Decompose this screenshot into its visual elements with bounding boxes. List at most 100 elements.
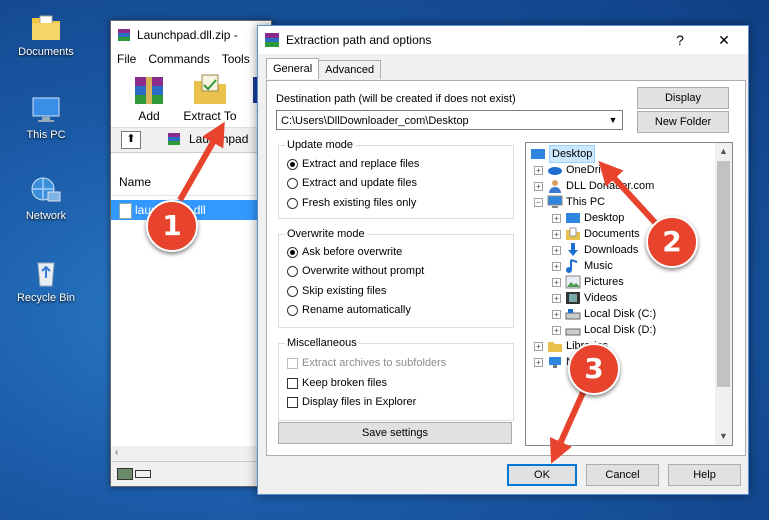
help-title-button[interactable]: ? (658, 26, 702, 54)
checkbox-keep-broken-files[interactable]: Keep broken files (287, 374, 387, 392)
tab-general[interactable]: General (266, 58, 320, 79)
network-icon (547, 355, 563, 369)
computer-icon (547, 195, 563, 209)
extract-to-button[interactable]: Extract To (179, 73, 241, 123)
folder-tree[interactable]: Desktop + OneDri + DLL Do nader.com − Thi… (525, 142, 733, 446)
documents-folder-icon (565, 227, 581, 241)
scroll-thumb[interactable] (717, 161, 730, 387)
hard-drive-icon (565, 323, 581, 337)
tree-label: Desktop (584, 212, 625, 224)
menu-tools[interactable]: Tools (222, 52, 250, 66)
music-note-icon (565, 259, 581, 273)
tree-label: DLL Do (566, 180, 603, 192)
expand-icon[interactable]: + (552, 213, 561, 223)
checkbox[interactable] (287, 377, 298, 389)
archive-path[interactable]: Launchpad (189, 132, 248, 146)
tree-item-downloads[interactable]: + Downloads (552, 242, 638, 258)
chevron-down-icon[interactable]: ▼ (604, 111, 622, 129)
tree-item-pictures[interactable]: + Pictures (552, 274, 624, 290)
expand-icon[interactable]: + (552, 245, 561, 255)
radio-rename-automatically[interactable]: Rename automatically (287, 301, 411, 319)
tree-item-pc-desktop[interactable]: + Desktop (552, 210, 624, 226)
film-icon (565, 291, 581, 305)
tree-item-onedrive[interactable]: + OneDri (534, 162, 601, 178)
radio-skip-existing[interactable]: Skip existing files (287, 282, 386, 300)
scroll-down-icon[interactable]: ▼ (715, 428, 732, 445)
network-icon (30, 176, 62, 206)
desktop-icon-network[interactable]: Network (8, 176, 84, 222)
key-icon (135, 470, 151, 478)
expand-icon[interactable]: + (552, 309, 561, 319)
winrar-pathbar: ⬆ Launchpad (111, 128, 271, 153)
expand-icon[interactable]: + (534, 341, 543, 351)
computer-icon (30, 95, 62, 125)
new-folder-button[interactable]: New Folder (637, 111, 729, 133)
checkbox-display-in-explorer[interactable]: Display files in Explorer (287, 393, 416, 411)
radio-button[interactable] (287, 197, 298, 209)
tree-item-music[interactable]: + Music (552, 258, 613, 274)
tab-advanced[interactable]: Advanced (318, 60, 382, 79)
tree-item-desktop[interactable]: Desktop (530, 145, 596, 163)
destination-path-value: C:\Users\DllDownloader_com\Desktop (281, 115, 469, 127)
tree-item-local-disk-d[interactable]: + Local Disk (D:) (552, 322, 656, 338)
expand-icon[interactable]: + (552, 261, 561, 271)
scroll-left-icon[interactable]: ‹ (115, 447, 118, 458)
radio-button[interactable] (287, 304, 298, 316)
pictures-icon (565, 275, 581, 289)
radio-button[interactable] (287, 158, 298, 170)
save-settings-button[interactable]: Save settings (278, 422, 512, 444)
tree-item-documents[interactable]: + Documents (552, 226, 640, 242)
destination-path-input[interactable]: C:\Users\DllDownloader_com\Desktop ▼ (276, 110, 623, 130)
desktop-icon-documents[interactable]: Documents (8, 12, 84, 58)
option-label: Keep broken files (302, 377, 387, 389)
winrar-titlebar[interactable]: Launchpad.dll.zip - (111, 21, 271, 49)
radio-button[interactable] (287, 246, 298, 258)
desktop-icon-label: Documents (18, 46, 74, 58)
winrar-toolbar: Add Extract To T (111, 69, 271, 128)
tree-vertical-scrollbar[interactable]: ▲ ▼ (715, 143, 732, 445)
extract-to-icon (190, 73, 230, 107)
option-label: Ask before overwrite (302, 246, 403, 258)
dialog-titlebar[interactable]: Extraction path and options ? ✕ (258, 26, 748, 54)
up-folder-icon[interactable]: ⬆ (121, 131, 141, 149)
tree-label: OneDri (566, 164, 601, 176)
tree-item-videos[interactable]: + Videos (552, 290, 617, 306)
radio-extract-replace[interactable]: Extract and replace files (287, 155, 419, 173)
radio-fresh-existing[interactable]: Fresh existing files only (287, 194, 416, 212)
menu-commands[interactable]: Commands (148, 52, 209, 66)
column-name-header[interactable]: Name (111, 169, 271, 196)
close-button[interactable]: ✕ (702, 26, 746, 54)
expand-icon[interactable]: + (534, 165, 543, 175)
desktop-icon-this-pc[interactable]: This PC (8, 95, 84, 141)
tree-item-local-disk-c[interactable]: + Local Disk (C:) (552, 306, 656, 322)
menu-file[interactable]: File (117, 52, 136, 66)
option-label: Extract and replace files (302, 158, 420, 170)
tree-item-dll-downloader[interactable]: + DLL Do nader.com (534, 178, 654, 194)
collapse-icon[interactable]: − (534, 197, 543, 207)
radio-ask-before-overwrite[interactable]: Ask before overwrite (287, 243, 402, 261)
expand-icon[interactable]: + (552, 293, 561, 303)
cancel-button[interactable]: Cancel (586, 464, 659, 486)
expand-icon[interactable]: + (534, 357, 543, 367)
display-button[interactable]: Display (637, 87, 729, 109)
tree-item-this-pc[interactable]: − This PC (534, 194, 605, 210)
expand-icon[interactable]: + (552, 277, 561, 287)
ok-button[interactable]: OK (507, 464, 577, 486)
step-1-badge: 1 (146, 200, 198, 252)
checkbox[interactable] (287, 396, 298, 408)
expand-icon[interactable]: + (552, 229, 561, 239)
expand-icon[interactable]: + (552, 325, 561, 335)
radio-extract-update[interactable]: Extract and update files (287, 174, 417, 192)
scroll-up-icon[interactable]: ▲ (715, 143, 732, 160)
tree-label: Local Disk (D:) (584, 324, 657, 336)
radio-button[interactable] (287, 265, 298, 277)
radio-overwrite-without-prompt[interactable]: Overwrite without prompt (287, 262, 424, 280)
hard-drive-icon (565, 307, 581, 321)
help-button[interactable]: Help (668, 464, 741, 486)
winrar-horizontal-scrollbar[interactable]: ‹ (111, 446, 271, 462)
desktop-icon-recycle-bin[interactable]: Recycle Bin (8, 258, 84, 304)
add-button[interactable]: Add (123, 73, 175, 123)
radio-button[interactable] (287, 285, 298, 297)
expand-icon[interactable]: + (534, 181, 543, 191)
radio-button[interactable] (287, 177, 298, 189)
